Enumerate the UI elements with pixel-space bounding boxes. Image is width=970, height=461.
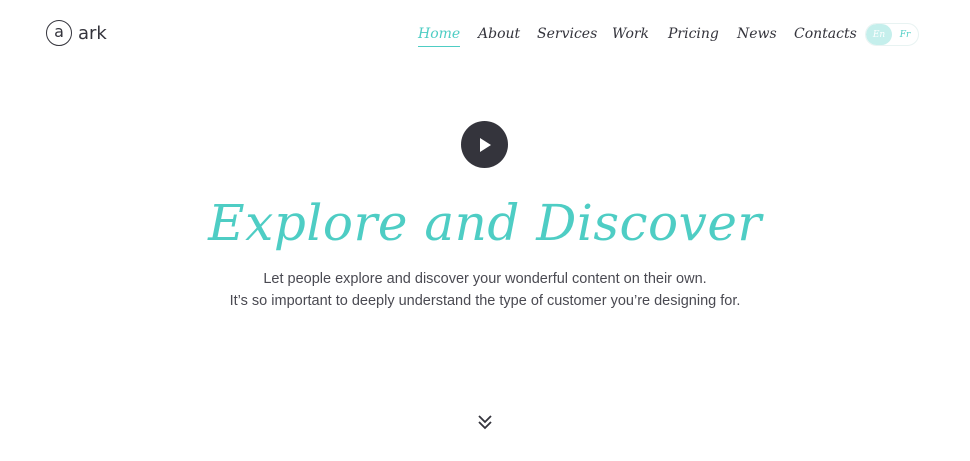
nav-item-about[interactable]: About	[478, 24, 520, 44]
nav-item-news[interactable]: News	[737, 24, 777, 44]
play-button[interactable]	[461, 121, 508, 168]
main-nav: Home About Services Work Pricing News Co…	[0, 24, 970, 48]
language-option-fr[interactable]: Fr	[892, 24, 918, 45]
nav-item-contacts[interactable]: Contacts	[794, 24, 857, 44]
nav-item-home[interactable]: Home	[418, 24, 461, 47]
language-option-en[interactable]: En	[866, 24, 892, 45]
play-icon	[479, 137, 491, 152]
hero-title: Explore and Discover	[208, 194, 762, 252]
nav-item-work[interactable]: Work	[612, 24, 649, 44]
nav-item-pricing[interactable]: Pricing	[668, 24, 719, 44]
hero-subtitle-line: It’s so important to deeply understand t…	[229, 293, 741, 309]
double-chevron-down-icon	[478, 415, 492, 430]
nav-item-services[interactable]: Services	[537, 24, 597, 44]
language-switcher: En Fr	[865, 23, 919, 46]
scroll-down-button[interactable]	[476, 413, 494, 431]
hero-subtitle: Let people explore and discover your won…	[0, 268, 970, 312]
hero-subtitle-line: Let people explore and discover your won…	[263, 271, 707, 287]
